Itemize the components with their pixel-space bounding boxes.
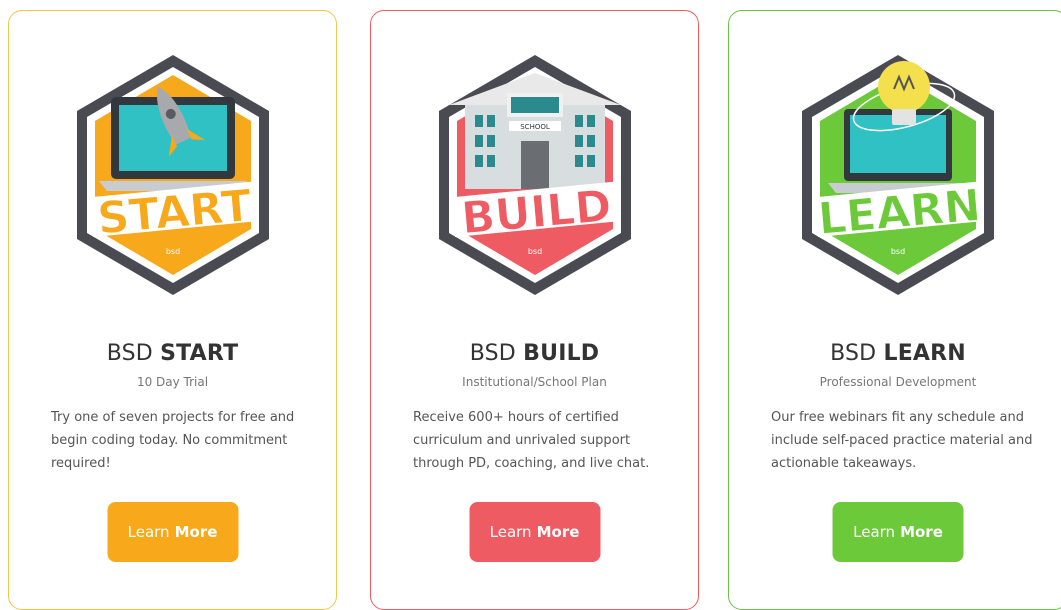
learn-badge-icon: LEARN bsd — [802, 55, 994, 295]
card-title: BSD LEARN — [830, 341, 966, 366]
learn-more-button[interactable]: Learn More — [469, 502, 600, 562]
card-learn: LEARN bsd BSD LEARN Professional Develop… — [728, 10, 1061, 610]
card-build: SCHOOL BUILD bsd BSD BUILD Institutional… — [370, 10, 699, 610]
card-description: Receive 600+ hours of certified curricul… — [413, 410, 650, 471]
build-badge-icon: SCHOOL BUILD bsd — [438, 55, 631, 295]
svg-text:SCHOOL: SCHOOL — [520, 123, 550, 131]
learn-more-button[interactable]: Learn More — [107, 502, 238, 562]
card-subtitle: 10 Day Trial — [136, 375, 209, 389]
svg-text:bsd: bsd — [527, 247, 541, 256]
learn-more-button[interactable]: Learn More — [832, 502, 964, 562]
start-badge-icon: START bsd — [76, 55, 269, 295]
svg-text:bsd: bsd — [165, 247, 179, 256]
card-subtitle: Institutional/School Plan — [462, 375, 607, 389]
card-description: Our free webinars fit any schedule and i… — [771, 410, 1033, 471]
card-title: BSD START — [106, 341, 239, 366]
svg-text:bsd: bsd — [891, 247, 905, 256]
card-description: Try one of seven projects for free and b… — [51, 410, 295, 471]
card-start: START bsd BSD START 10 Day Trial Try one… — [8, 10, 337, 610]
card-subtitle: Professional Development — [819, 375, 977, 389]
card-title: BSD BUILD — [469, 341, 600, 366]
